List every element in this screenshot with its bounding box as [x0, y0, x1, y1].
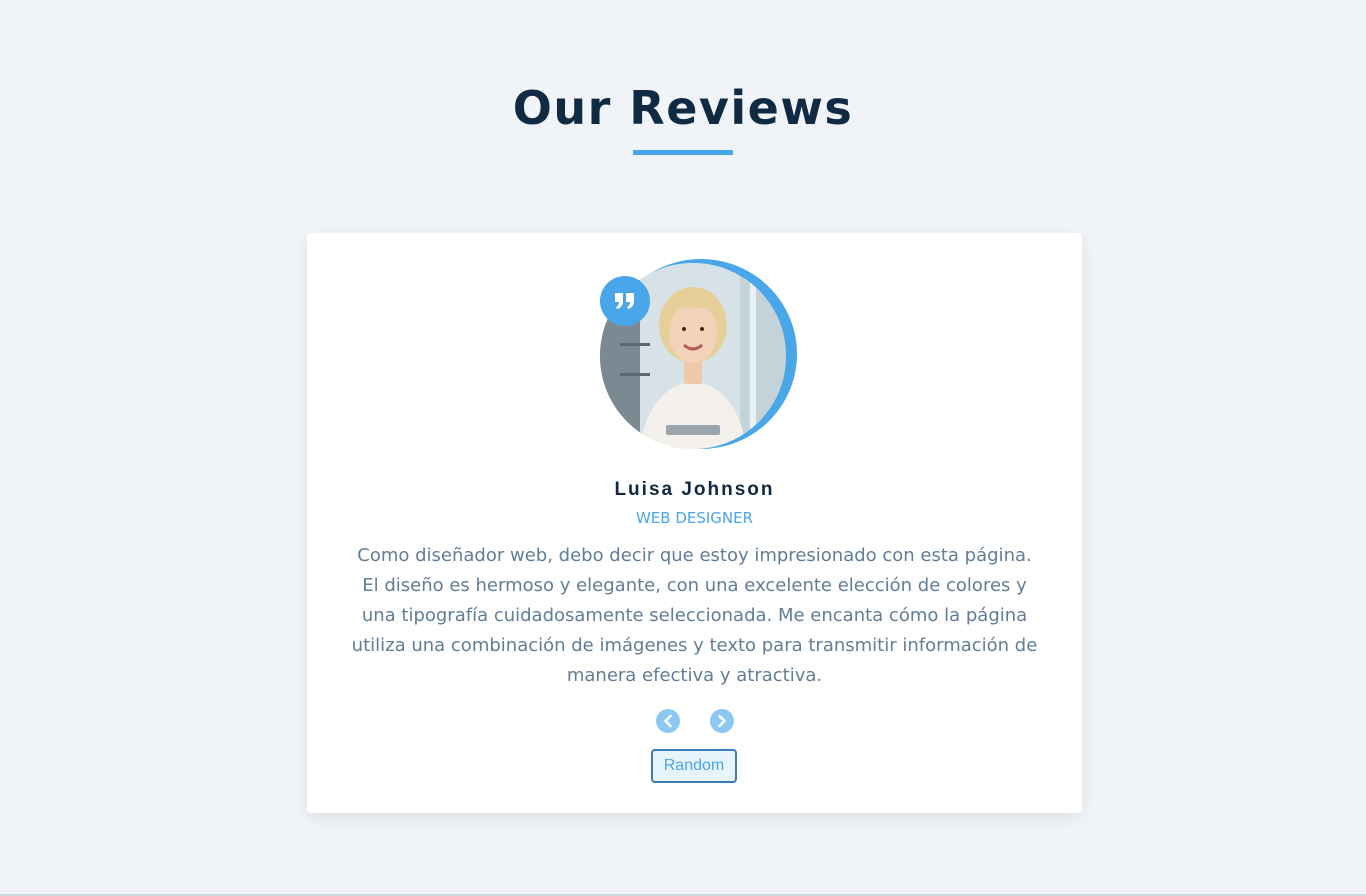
chevron-right-icon	[717, 714, 726, 728]
reviewer-name: Luisa Johnson	[614, 479, 775, 500]
title-underline	[633, 150, 733, 155]
prev-button[interactable]	[655, 709, 680, 733]
page-title: Our Reviews	[512, 81, 854, 135]
review-text: Como diseñador web, debo decir que estoy…	[351, 545, 1038, 686]
image-container	[600, 259, 797, 449]
quote-icon	[600, 276, 650, 326]
page: Our Reviews Luisa Johnson WEB DESIGNER C…	[0, 0, 1366, 896]
quote-right-icon	[615, 293, 634, 309]
next-button[interactable]	[709, 709, 734, 733]
title-section: Our Reviews	[0, 78, 1366, 155]
nav-buttons	[307, 709, 1082, 733]
random-button[interactable]: Random	[651, 749, 737, 783]
review-card: Luisa Johnson WEB DESIGNER Como diseñado…	[307, 233, 1082, 813]
chevron-left-icon	[663, 714, 672, 728]
reviewer-job: WEB DESIGNER	[635, 509, 754, 527]
